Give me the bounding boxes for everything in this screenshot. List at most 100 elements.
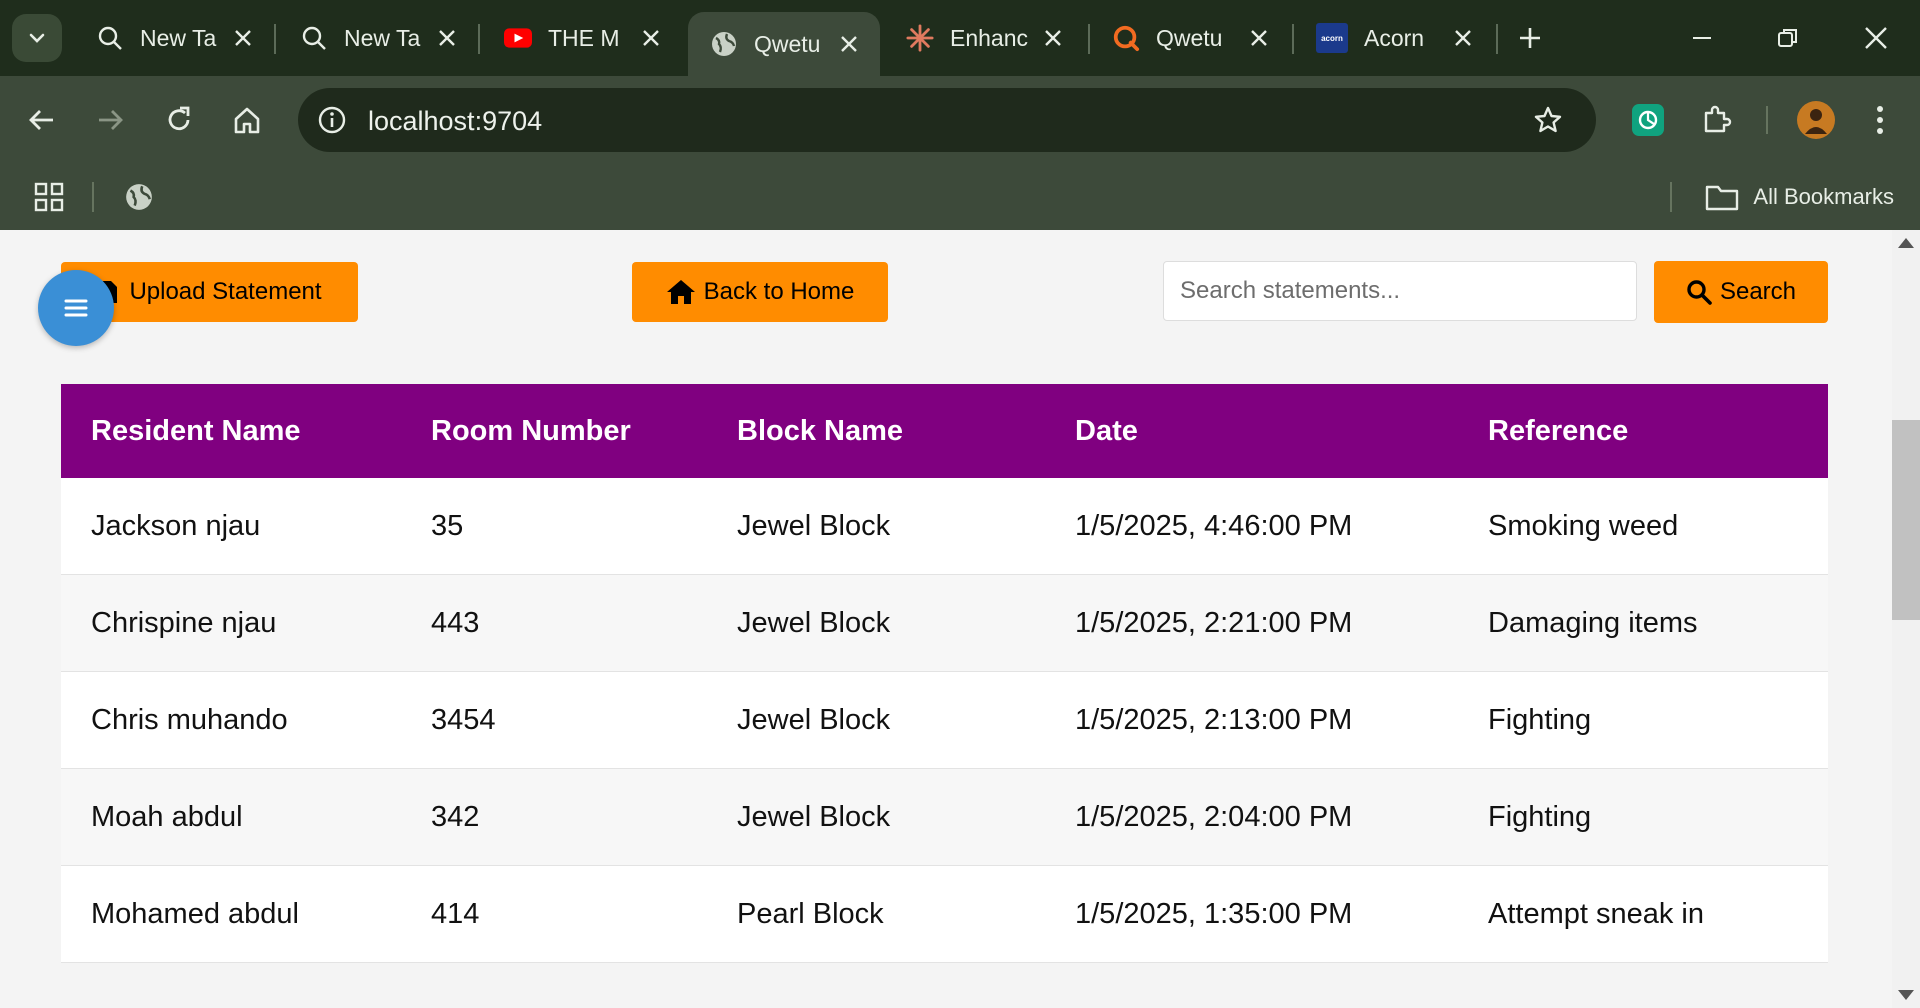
search-icon <box>300 24 328 52</box>
menu-fab-button[interactable] <box>38 270 114 346</box>
bookmarks-bar: All Bookmarks <box>0 164 1920 230</box>
search-button-label: Search <box>1719 278 1797 305</box>
tab-search-button[interactable] <box>12 14 62 62</box>
apps-grid-icon <box>34 182 64 212</box>
tab-qwetu-2[interactable]: Qwetu <box>1090 12 1290 64</box>
search-button[interactable]: Search <box>1654 261 1828 323</box>
chatgpt-extension-button[interactable] <box>1624 96 1672 144</box>
hamburger-icon <box>64 299 88 317</box>
profile-avatar[interactable] <box>1792 96 1840 144</box>
close-icon[interactable] <box>836 31 862 57</box>
tab-new-tab-2[interactable]: New Ta <box>278 12 478 64</box>
close-icon[interactable] <box>1450 25 1476 51</box>
close-icon[interactable] <box>1246 25 1272 51</box>
column-header[interactable]: Block Name <box>707 384 1045 478</box>
close-icon[interactable] <box>1040 25 1066 51</box>
home-button[interactable] <box>223 96 271 144</box>
tab-qwetu-active[interactable]: Qwetu <box>688 12 880 76</box>
tab-label: New Ta <box>344 24 421 51</box>
globe-icon <box>126 184 152 210</box>
search-icon <box>96 24 124 52</box>
room-number-cell: 342 <box>401 768 707 866</box>
browser-menu-button[interactable] <box>1856 96 1904 144</box>
reload-icon <box>168 106 190 131</box>
new-tab-button[interactable] <box>1512 20 1548 56</box>
column-header[interactable]: Date <box>1045 384 1458 478</box>
plus-icon <box>1520 28 1540 48</box>
tab-separator <box>274 24 276 54</box>
bookmark-globe[interactable] <box>120 178 158 216</box>
info-icon[interactable] <box>314 102 350 138</box>
date-cell: 1/5/2025, 2:04:00 PM <box>1045 768 1458 866</box>
claude-icon <box>906 24 934 52</box>
column-header[interactable]: Reference <box>1458 384 1828 478</box>
restore-button[interactable] <box>1758 12 1818 64</box>
tab-acorn[interactable]: acorn Acorn <box>1294 12 1494 64</box>
reference-cell: Fighting <box>1458 768 1828 866</box>
youtube-icon <box>504 24 532 52</box>
tab-new-tab-1[interactable]: New Ta <box>74 12 274 64</box>
close-icon[interactable] <box>230 25 256 51</box>
tab-label: Qwetu <box>1156 24 1223 51</box>
forward-button[interactable] <box>86 96 134 144</box>
back-button[interactable] <box>18 96 66 144</box>
acorn-icon: acorn <box>1316 23 1348 53</box>
all-bookmarks-button[interactable]: All Bookmarks <box>1705 178 1894 216</box>
apps-button[interactable] <box>30 178 68 216</box>
table-row[interactable]: Chrispine njau 443 Jewel Block 1/5/2025,… <box>61 574 1828 672</box>
close-window-button[interactable] <box>1846 12 1906 64</box>
more-vert-icon <box>1877 106 1883 134</box>
chatgpt-icon <box>1632 104 1664 136</box>
reference-cell: Damaging items <box>1458 574 1828 672</box>
column-header[interactable]: Room Number <box>401 384 707 478</box>
table-header-row: Resident Name Room Number Block Name Dat… <box>61 384 1828 478</box>
back-to-home-button[interactable]: Back to Home <box>632 262 888 322</box>
tab-label: New Ta <box>140 24 217 51</box>
extensions-button[interactable] <box>1692 96 1740 144</box>
minimize-icon <box>1693 37 1711 39</box>
arrow-left-icon <box>29 110 53 130</box>
search-statements-input[interactable] <box>1163 261 1637 321</box>
scrollbar-thumb[interactable] <box>1892 420 1920 620</box>
resident-name-cell: Mohamed abdul <box>61 865 401 963</box>
address-bar[interactable]: localhost:9704 <box>298 88 1596 152</box>
puzzle-icon <box>1704 105 1732 133</box>
home-icon <box>666 280 695 304</box>
block-name-cell: Jewel Block <box>707 671 1045 769</box>
block-name-cell: Jewel Block <box>707 574 1045 672</box>
column-header[interactable]: Resident Name <box>61 384 401 478</box>
tab-separator <box>478 24 480 54</box>
tab-youtube[interactable]: THE M <box>482 12 682 64</box>
table-row[interactable]: Jackson njau 35 Jewel Block 1/5/2025, 4:… <box>61 478 1828 575</box>
table-row[interactable]: Moah abdul 342 Jewel Block 1/5/2025, 2:0… <box>61 768 1828 866</box>
room-number-cell: 443 <box>401 574 707 672</box>
reference-cell: Attempt sneak in <box>1458 865 1828 963</box>
page-scrollbar[interactable] <box>1892 230 1920 1008</box>
minimize-button[interactable] <box>1672 12 1732 64</box>
resident-name-cell: Moah abdul <box>61 768 401 866</box>
close-icon[interactable] <box>434 25 460 51</box>
reload-button[interactable] <box>155 96 203 144</box>
block-name-cell: Jewel Block <box>707 478 1045 575</box>
qwetu-icon <box>1112 24 1140 52</box>
scroll-up-arrow-icon[interactable] <box>1898 238 1914 248</box>
tab-enhance[interactable]: Enhanc <box>884 12 1084 64</box>
table-row[interactable]: Chris muhando 3454 Jewel Block 1/5/2025,… <box>61 671 1828 769</box>
resident-name-cell: Jackson njau <box>61 478 401 575</box>
block-name-cell: Jewel Block <box>707 768 1045 866</box>
home-icon <box>234 107 260 134</box>
tab-label: THE M <box>548 24 620 51</box>
reference-cell: Smoking weed <box>1458 478 1828 575</box>
table-row[interactable]: Mohamed abdul 414 Pearl Block 1/5/2025, … <box>61 865 1828 963</box>
room-number-cell: 3454 <box>401 671 707 769</box>
page-content: Upload Statement Back to Home Search Res… <box>0 230 1892 1008</box>
tab-label: Acorn <box>1364 24 1425 51</box>
folder-icon <box>1706 185 1739 211</box>
block-name-cell: Pearl Block <box>707 865 1045 963</box>
date-cell: 1/5/2025, 2:13:00 PM <box>1045 671 1458 769</box>
date-cell: 1/5/2025, 2:21:00 PM <box>1045 574 1458 672</box>
star-icon[interactable] <box>1530 102 1566 138</box>
scroll-down-arrow-icon[interactable] <box>1898 990 1914 1000</box>
close-icon[interactable] <box>638 25 664 51</box>
arrow-right-icon <box>99 110 123 130</box>
